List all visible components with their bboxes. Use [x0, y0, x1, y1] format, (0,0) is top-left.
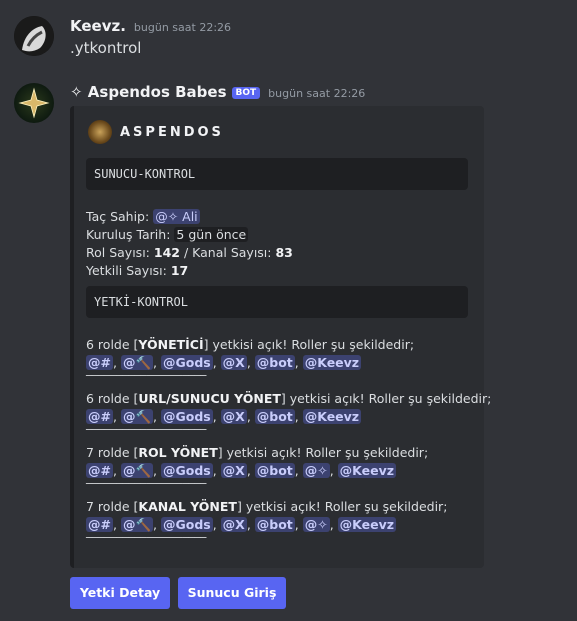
- message-content: .ytkontrol: [70, 39, 142, 57]
- perm-heading: 6 rolde [URL/SUNUCU YÖNET] yetkisi açık!…: [86, 391, 492, 406]
- owner-line: Taç Sahip: @✧ Ali: [86, 209, 200, 224]
- role-mention[interactable]: @🔨: [120, 463, 154, 478]
- timestamp: bugün saat 22:26: [133, 21, 232, 34]
- role-mention[interactable]: @#: [86, 517, 113, 532]
- role-mention[interactable]: @X: [220, 463, 247, 478]
- timestamp: bugün saat 22:26: [268, 87, 366, 100]
- embed-author: ASPENDOS: [88, 120, 224, 144]
- username[interactable]: Keevz.: [70, 17, 126, 35]
- role-mention[interactable]: @X: [220, 355, 247, 370]
- divider-line: ────────────────────: [86, 479, 207, 490]
- role-mentions: @#, @🔨, @Gods, @X, @bot, @✧, @Keevz: [86, 517, 397, 532]
- bot-avatar[interactable]: [14, 83, 54, 123]
- author-icon: [88, 120, 112, 144]
- role-mention[interactable]: @Gods: [160, 409, 213, 424]
- role-mentions: @#, @🔨, @Gods, @X, @bot, @✧, @Keevz: [86, 463, 397, 478]
- perm-heading: 7 rolde [KANAL YÖNET] yetkisi açık! Roll…: [86, 499, 448, 514]
- role-mention[interactable]: @bot: [254, 409, 295, 424]
- user-avatar-icon: [14, 16, 54, 56]
- sunucu-giris-button[interactable]: Sunucu Giriş: [178, 577, 286, 609]
- role-mention[interactable]: @✧: [302, 517, 330, 532]
- yetki-detay-button[interactable]: Yetki Detay: [70, 577, 170, 609]
- role-mention[interactable]: @✧: [302, 463, 330, 478]
- role-mentions: @#, @🔨, @Gods, @X, @bot, @Keevz: [86, 355, 362, 370]
- role-mention[interactable]: @bot: [254, 517, 295, 532]
- count-line: Rol Sayısı: 142 / Kanal Sayısı: 83: [86, 245, 293, 260]
- author-name: ASPENDOS: [120, 124, 224, 140]
- divider-line: ────────────────────: [86, 425, 207, 436]
- role-mention[interactable]: @bot: [254, 463, 295, 478]
- role-mention[interactable]: @🔨: [120, 355, 154, 370]
- divider-line: ────────────────────: [86, 533, 207, 544]
- role-mention[interactable]: @Keevz: [337, 517, 397, 532]
- avatar[interactable]: [14, 16, 54, 56]
- role-mention[interactable]: @Gods: [160, 517, 213, 532]
- staff-line: Yetkili Sayısı: 17: [86, 263, 189, 278]
- bot-username[interactable]: ✧ Aspendos Babes: [70, 83, 227, 101]
- bot-badge: BOT: [231, 87, 261, 99]
- code-block-yetki: YETKİ-KONTROL: [86, 286, 468, 318]
- divider-line: ────────────────────: [86, 371, 207, 382]
- role-mention[interactable]: @#: [86, 409, 113, 424]
- role-mention[interactable]: @bot: [254, 355, 295, 370]
- role-mention[interactable]: @#: [86, 355, 113, 370]
- role-mention[interactable]: @Keevz: [302, 355, 362, 370]
- role-mention[interactable]: @🔨: [120, 517, 154, 532]
- perm-heading: 7 rolde [ROL YÖNET] yetkisi açık! Roller…: [86, 445, 429, 460]
- role-mention[interactable]: @#: [86, 463, 113, 478]
- role-mention[interactable]: @Gods: [160, 463, 213, 478]
- created-value: 5 gün önce: [174, 227, 249, 242]
- role-mention[interactable]: @Gods: [160, 355, 213, 370]
- role-mention[interactable]: @Keevz: [337, 463, 397, 478]
- embed: ASPENDOS SUNUCU-KONTROL Taç Sahip: @✧ Al…: [70, 106, 491, 568]
- role-mention[interactable]: @Keevz: [302, 409, 362, 424]
- role-mention[interactable]: @🔨: [120, 409, 154, 424]
- role-mentions: @#, @🔨, @Gods, @X, @bot, @Keevz: [86, 409, 362, 424]
- created-line: Kuruluş Tarih: 5 gün önce: [86, 227, 249, 242]
- perm-heading: 6 rolde [YÖNETİCİ] yetkisi açık! Roller …: [86, 337, 415, 352]
- code-block-sunucu: SUNUCU-KONTROL: [86, 158, 468, 190]
- role-mention[interactable]: @X: [220, 409, 247, 424]
- owner-mention[interactable]: @✧ Ali: [153, 209, 200, 224]
- sparkle-icon: [18, 87, 50, 119]
- role-mention[interactable]: @X: [220, 517, 247, 532]
